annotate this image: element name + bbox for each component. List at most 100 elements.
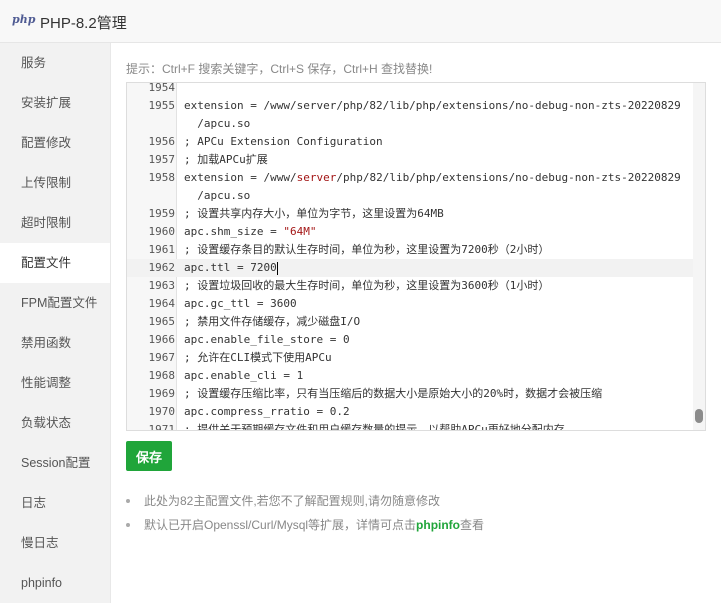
code-text: ; 提供关于预期缓存文件和用户缓存数量的提示，以帮助APCu更好地分配内存 — [184, 423, 565, 431]
sidebar-item[interactable]: 日志 — [0, 483, 110, 523]
line-number: 1959 — [148, 207, 176, 220]
code-text: ; 加载APCu扩展 — [184, 153, 268, 166]
code-line: 1968 apc.enable_cli = 1 — [127, 367, 705, 385]
editor-scrollbar[interactable] — [693, 83, 705, 430]
note-text: 此处为82主配置文件,若您不了解配置规则,请勿随意修改 — [144, 494, 441, 508]
line-code: ; 提供关于预期缓存文件和用户缓存数量的提示，以帮助APCu更好地分配内存 — [184, 421, 565, 431]
bullet-icon — [126, 523, 130, 527]
line-code: ; 设置缓存压缩比率，只有当压缩后的数据大小是原始大小的20%时，数据才会被压缩 — [184, 385, 602, 403]
sidebar-item[interactable]: 慢日志 — [0, 523, 110, 563]
code-line: 1960 apc.shm_size = "64M" — [127, 223, 705, 241]
line-number: 1970 — [148, 405, 176, 418]
code-line: 1964 apc.gc_ttl = 3600 — [127, 295, 705, 313]
code-line: 1970 apc.compress_rratio = 0.2 — [127, 403, 705, 421]
code-line: 1971 ; 提供关于预期缓存文件和用户缓存数量的提示，以帮助APCu更好地分配内… — [127, 421, 705, 431]
line-number: 1967 — [148, 351, 176, 364]
line-code: ; 禁用文件存储缓存，减少磁盘I/O — [184, 313, 360, 331]
sidebar-item[interactable]: 配置修改 — [0, 123, 110, 163]
code-line: 1954 — [127, 82, 705, 97]
code-line: /apcu.so — [127, 187, 705, 205]
line-number: 1957 — [148, 153, 176, 166]
code-text: /apcu.so — [184, 117, 251, 130]
text-cursor — [276, 261, 278, 275]
code-text: extension = /www/server/php/82/lib/php/e… — [184, 99, 681, 112]
line-number: 1958 — [148, 171, 176, 184]
code-line: 1959 ; 设置共享内存大小，单位为字节，这里设置为64MB — [127, 205, 705, 223]
note-text-suffix: 查看 — [460, 518, 485, 532]
line-number: 1963 — [148, 279, 176, 292]
scrollbar-thumb[interactable] — [695, 409, 703, 423]
sidebar-item[interactable]: phpinfo — [0, 563, 110, 603]
code-line: 1957 ; 加载APCu扩展 — [127, 151, 705, 169]
line-code: /apcu.so — [184, 115, 250, 133]
title-bar: php PHP-8.2管理 — [0, 0, 721, 43]
sidebar-item[interactable]: 上传限制 — [0, 163, 110, 203]
line-code: ; 加载APCu扩展 — [184, 151, 268, 169]
shortcut-hint: 提示：Ctrl+F 搜索关键字，Ctrl+S 保存，Ctrl+H 查找替换! — [126, 62, 433, 76]
sidebar-item[interactable]: 禁用函数 — [0, 323, 110, 363]
code-lines: 1954 1955 extension = /www/server/php/82/l… — [127, 82, 705, 431]
code-text: apc.compress_rratio = 0.2 — [184, 405, 350, 418]
line-code: /apcu.so — [184, 187, 250, 205]
line-code: ; 设置缓存条目的默认生存时间，单位为秒，这里设置为7200秒（2小时） — [184, 241, 549, 259]
line-code: apc.enable_cli = 1 — [184, 367, 303, 385]
notes-list: 此处为82主配置文件,若您不了解配置规则,请勿随意修改 默认已开启Openssl… — [126, 489, 484, 537]
line-number: 1956 — [148, 135, 176, 148]
line-number: 1968 — [148, 369, 176, 382]
window-title: PHP-8.2管理 — [40, 15, 127, 32]
list-item: 此处为82主配置文件,若您不了解配置规则,请勿随意修改 — [126, 489, 484, 513]
code-text: apc.ttl = 7200 — [184, 261, 277, 274]
code-text: ; 允许在CLI模式下使用APCu — [184, 351, 332, 364]
code-editor[interactable]: 1954 1955 extension = /www/server/php/82/l… — [126, 82, 706, 431]
code-line: 1962 apc.ttl = 7200 — [127, 259, 705, 277]
code-string: "64M" — [283, 225, 317, 238]
bullet-icon — [126, 499, 130, 503]
code-line: 1965 ; 禁用文件存储缓存，减少磁盘I/O — [127, 313, 705, 331]
line-number: 1964 — [148, 297, 176, 310]
line-code: extension = /www/server/php/82/lib/php/e… — [184, 169, 681, 187]
sidebar-item[interactable]: 负载状态 — [0, 403, 110, 443]
line-number: 1966 — [148, 333, 176, 346]
line-code: apc.gc_ttl = 3600 — [184, 295, 297, 313]
sidebar-item[interactable]: 性能调整 — [0, 363, 110, 403]
code-text: apc.shm_size = — [184, 225, 284, 238]
sidebar-item[interactable]: 超时限制 — [0, 203, 110, 243]
line-number: 1965 — [148, 315, 176, 328]
code-text: ; 设置共享内存大小，单位为字节，这里设置为64MB — [184, 207, 444, 220]
line-number: 1960 — [148, 225, 176, 238]
line-number: 1969 — [148, 387, 176, 400]
code-text: /php/82/lib/php/extensions/no-debug-non-… — [336, 171, 681, 184]
line-code: ; 设置垃圾回收的最大生存时间，单位为秒，这里设置为3600秒（1小时） — [184, 277, 549, 295]
code-text: extension = /www/ — [184, 171, 297, 184]
code-text: apc.enable_cli = 1 — [184, 369, 304, 382]
note-text: 默认已开启Openssl/Curl/Mysql等扩展，详情可点击 — [144, 518, 417, 532]
line-number: 1961 — [148, 243, 176, 256]
line-code: apc.ttl = 7200 — [184, 259, 278, 277]
code-text: apc.gc_ttl = 3600 — [184, 297, 297, 310]
code-text: /apcu.so — [184, 189, 251, 202]
code-line: 1955 extension = /www/server/php/82/lib/p… — [127, 97, 705, 115]
code-line: 1958 extension = /www/server/php/82/lib/p… — [127, 169, 705, 187]
phpinfo-link[interactable]: phpinfo — [416, 518, 460, 532]
code-line: 1956 ; APCu Extension Configuration — [127, 133, 705, 151]
sidebar-item[interactable]: 安装扩展 — [0, 83, 110, 123]
code-line: 1963 ; 设置垃圾回收的最大生存时间，单位为秒，这里设置为3600秒（1小时） — [127, 277, 705, 295]
sidebar-item[interactable]: FPM配置文件 — [0, 283, 110, 323]
line-code: apc.enable_file_store = 0 — [184, 331, 350, 349]
save-button[interactable]: 保存 — [126, 441, 172, 471]
sidebar-item[interactable]: Session配置 — [0, 443, 110, 483]
code-text: ; APCu Extension Configuration — [184, 135, 383, 148]
line-number: 1955 — [148, 99, 176, 112]
code-text: ; 禁用文件存储缓存，减少磁盘I/O — [184, 315, 361, 328]
sidebar-item[interactable]: 配置文件 — [0, 243, 110, 283]
line-code: ; 设置共享内存大小，单位为字节，这里设置为64MB — [184, 205, 444, 223]
sidebar-item[interactable]: 服务 — [0, 43, 110, 83]
line-number: 1954 — [148, 82, 176, 94]
list-item: 默认已开启Openssl/Curl/Mysql等扩展，详情可点击phpinfo查… — [126, 513, 484, 537]
line-number: 1971 — [148, 423, 176, 431]
code-text: ; 设置缓存条目的默认生存时间，单位为秒，这里设置为7200秒（2小时） — [184, 243, 550, 256]
code-text: apc.enable_file_store = 0 — [184, 333, 350, 346]
main-panel: 提示：Ctrl+F 搜索关键字，Ctrl+S 保存，Ctrl+H 查找替换! 1… — [111, 43, 721, 603]
code-line: 1966 apc.enable_file_store = 0 — [127, 331, 705, 349]
code-line: 1967 ; 允许在CLI模式下使用APCu — [127, 349, 705, 367]
